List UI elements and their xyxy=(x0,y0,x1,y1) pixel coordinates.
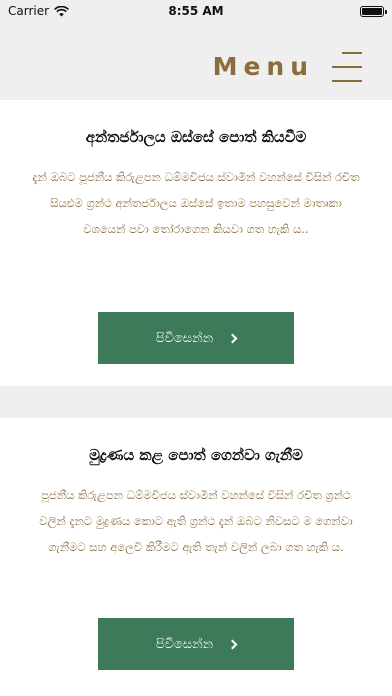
order-printed-books-card: මුද්‍රණය කළ පොත් ගෙන්වා ගැනීම පූජනීය කිර… xyxy=(0,418,392,696)
battery-level xyxy=(362,7,382,15)
chevron-right-icon xyxy=(227,639,238,649)
enter-button[interactable]: පිවිසෙන්න xyxy=(98,618,294,670)
hamburger-menu-icon[interactable] xyxy=(332,52,362,82)
hamburger-line xyxy=(332,66,362,68)
card-description: පූජනීය කිරුළපන ධම්මවිජය ස්වාමීන් වහන්සේ … xyxy=(39,488,353,554)
card-description: දැන් ඔබට පූජනීය කිරුළපන ධම්මවිජය ස්වාමීන… xyxy=(32,170,360,236)
hamburger-line xyxy=(342,52,362,54)
carrier-label: Carrier xyxy=(8,4,50,18)
battery-icon xyxy=(360,5,387,17)
card-title: අන්තර්ජාලය ඔස්සේ පොත් කියවීම xyxy=(85,128,307,146)
enter-button-label: පිවිසෙන්න xyxy=(155,636,214,651)
online-reading-card: අන්තර්ජාලය ඔස්සේ පොත් කියවීම දැන් ඔබට පූ… xyxy=(0,100,392,386)
status-bar: Carrier 8:55 AM xyxy=(0,0,392,22)
app-header: Menu xyxy=(0,22,392,100)
menu-label[interactable]: Menu xyxy=(213,52,314,81)
status-left: Carrier xyxy=(8,4,70,18)
enter-button-label: පිවිසෙන්න xyxy=(155,330,214,345)
wifi-icon xyxy=(54,5,70,16)
enter-button[interactable]: පිවිසෙන්න xyxy=(98,312,294,364)
card-title: මුද්‍රණය කළ පොත් ගෙන්වා ගැනීම xyxy=(89,446,303,464)
hamburger-line xyxy=(332,80,362,82)
chevron-right-icon xyxy=(227,333,238,343)
